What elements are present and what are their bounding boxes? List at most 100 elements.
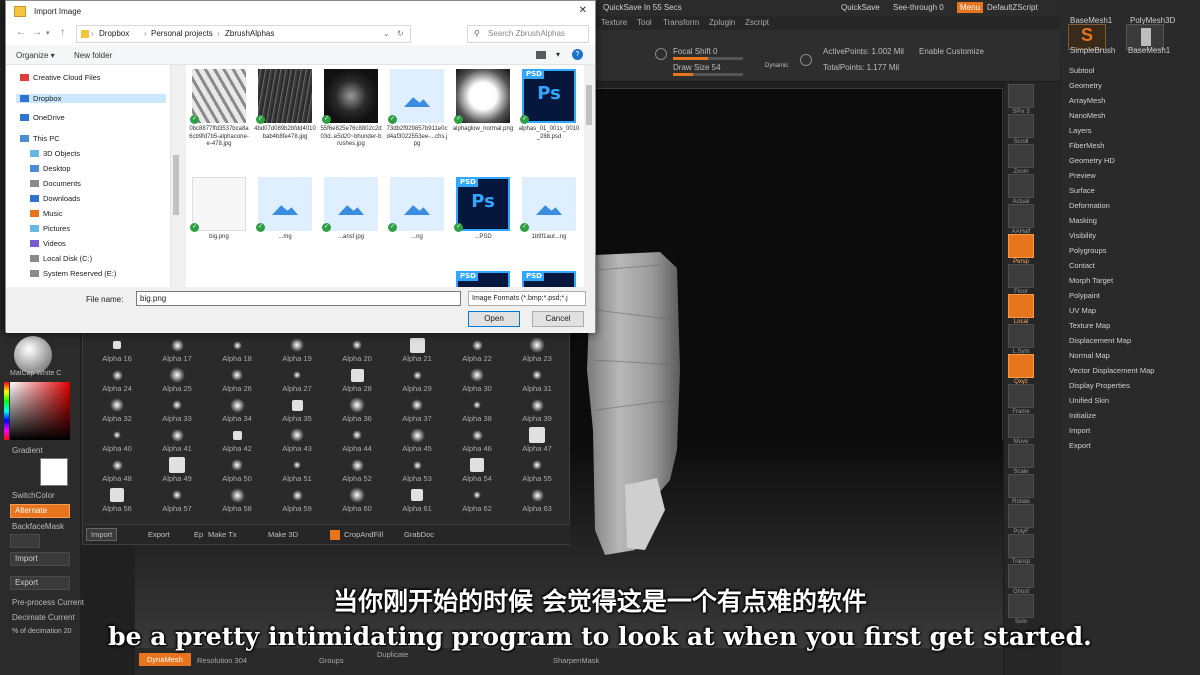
resolution-slider[interactable]: Resolution 304 — [197, 656, 247, 665]
tree-item[interactable]: Desktop — [30, 164, 71, 173]
tree-item[interactable]: Documents — [30, 179, 81, 188]
secondary-color-swatch[interactable] — [40, 458, 68, 486]
tool-menu-subtool[interactable]: Subtool — [1069, 66, 1094, 75]
tool-menu-texture-map[interactable]: Texture Map — [1069, 321, 1110, 330]
alpha-thumbnail[interactable]: Alpha 30 — [447, 365, 507, 395]
alpha-thumbnail[interactable]: Alpha 59 — [267, 485, 327, 515]
shelf-button-zoom[interactable] — [1008, 144, 1034, 168]
alpha-thumbnail[interactable]: Alpha 27 — [267, 365, 327, 395]
tool-menu-polypaint[interactable]: Polypaint — [1069, 291, 1100, 300]
tree-item[interactable]: Creative Cloud Files — [20, 73, 101, 82]
shelf-button-aahalf[interactable] — [1008, 204, 1034, 228]
alpha-thumbnail[interactable]: Alpha 49 — [147, 455, 207, 485]
forward-arrow-icon[interactable]: → — [32, 27, 42, 38]
file-name-input[interactable]: big.png — [136, 291, 461, 306]
alpha-ep-button[interactable]: Ep — [194, 530, 203, 539]
tool-menu-initialize[interactable]: Initialize — [1069, 411, 1096, 420]
alpha-thumbnail[interactable]: Alpha 26 — [207, 365, 267, 395]
alpha-thumbnail[interactable]: Alpha 37 — [387, 395, 447, 425]
refresh-icon[interactable]: ↻ — [397, 26, 404, 42]
shelf-button-scale[interactable] — [1008, 444, 1034, 468]
alpha-thumbnail[interactable]: Alpha 35 — [267, 395, 327, 425]
alpha-thumbnail[interactable]: Alpha 36 — [327, 395, 387, 425]
tool-menu-display-properties[interactable]: Display Properties — [1069, 381, 1130, 390]
alpha-thumbnail[interactable]: Alpha 54 — [447, 455, 507, 485]
shelf-button-persp[interactable] — [1008, 234, 1034, 258]
shelf-button-floor[interactable] — [1008, 264, 1034, 288]
shelf-button-spix-3[interactable] — [1008, 84, 1034, 108]
alpha-thumbnail[interactable]: Alpha 44 — [327, 425, 387, 455]
navigation-scrollbar[interactable] — [171, 65, 181, 287]
shelf-button-polyf[interactable] — [1008, 504, 1034, 528]
tool-menu-geometry-hd[interactable]: Geometry HD — [1069, 156, 1115, 165]
menu-zplugin[interactable]: Zplugin — [709, 16, 735, 30]
back-arrow-icon[interactable]: ← — [16, 27, 26, 38]
file-item[interactable]: ✓ alphaglow_normal.png — [452, 65, 514, 159]
address-bar[interactable]: › Dropbox › Personal projects › ZbrushAl… — [76, 25, 411, 43]
tree-item[interactable]: Dropbox — [16, 94, 166, 103]
address-dropdown-icon[interactable]: ⌄ — [383, 26, 390, 42]
up-arrow-icon[interactable]: ↑ — [60, 27, 65, 38]
file-item[interactable]: ✓ ...ansf.jpg — [320, 173, 382, 267]
file-item[interactable]: PSD — [452, 267, 514, 287]
alpha-thumbnail[interactable]: Alpha 53 — [387, 455, 447, 485]
alpha-thumbnail[interactable]: Alpha 21 — [387, 335, 447, 365]
alpha-thumbnail[interactable]: Alpha 45 — [387, 425, 447, 455]
shelf-button-transp[interactable] — [1008, 534, 1034, 558]
tool-menu-normal-map[interactable]: Normal Map — [1069, 351, 1110, 360]
new-folder-button[interactable]: New folder — [74, 51, 112, 60]
file-item[interactable]: ✓ ...mg — [254, 173, 316, 267]
tool-menu-nanomesh[interactable]: NanoMesh — [1069, 111, 1105, 120]
hue-slider[interactable] — [4, 382, 9, 440]
breadcrumb-item[interactable]: ZbrushAlphas — [225, 26, 274, 42]
tool-menu-polygroups[interactable]: Polygroups — [1069, 246, 1107, 255]
alpha-thumbnail[interactable]: Alpha 38 — [447, 395, 507, 425]
switch-color-button[interactable]: SwitchColor — [12, 491, 55, 500]
file-item[interactable]: ✓ 1b9f1aut...ng — [518, 173, 580, 267]
help-icon[interactable]: ? — [572, 49, 583, 60]
tool-menu-contact[interactable]: Contact — [1069, 261, 1095, 270]
tool-menu-geometry[interactable]: Geometry — [1069, 81, 1102, 90]
tool-menu-visibility[interactable]: Visibility — [1069, 231, 1096, 240]
menu-transform[interactable]: Transform — [663, 16, 699, 30]
alpha-thumbnail[interactable]: Alpha 50 — [207, 455, 267, 485]
tree-item[interactable]: Local Disk (C:) — [30, 254, 92, 263]
alpha-thumbnail[interactable]: Alpha 23 — [507, 335, 567, 365]
alpha-thumbnail[interactable]: Alpha 33 — [147, 395, 207, 425]
recent-chevron-icon[interactable]: ▾ — [46, 29, 50, 37]
enable-customize-button[interactable]: Enable Customize — [919, 47, 984, 56]
file-item[interactable]: ✓ 0bc8877ffd3537bca8a6cb9fd7b5-alphacone-… — [188, 65, 250, 159]
open-button[interactable]: Open — [468, 311, 520, 327]
file-item[interactable]: ✓ big.png — [188, 173, 250, 267]
tree-item[interactable]: This PC — [20, 134, 60, 143]
make-tx-button[interactable]: Make Tx — [208, 530, 237, 539]
tree-item[interactable]: System Reserved (E:) — [30, 269, 116, 278]
tool-menu-displacement-map[interactable]: Displacement Map — [1069, 336, 1131, 345]
tree-item[interactable]: Downloads — [30, 194, 80, 203]
alpha-thumbnail[interactable]: Alpha 56 — [87, 485, 147, 515]
alpha-thumbnail[interactable]: Alpha 41 — [147, 425, 207, 455]
alpha-thumbnail[interactable]: Alpha 19 — [267, 335, 327, 365]
menu-tool[interactable]: Tool — [637, 16, 652, 30]
tool-menu-deformation[interactable]: Deformation — [1069, 201, 1110, 210]
shelf-button-move[interactable] — [1008, 414, 1034, 438]
alpha-thumbnail[interactable]: Alpha 58 — [207, 485, 267, 515]
alpha-thumbnail[interactable]: Alpha 61 — [387, 485, 447, 515]
alpha-thumbnail[interactable]: Alpha 28 — [327, 365, 387, 395]
alpha-thumbnail[interactable]: Alpha 47 — [507, 425, 567, 455]
breadcrumb-item[interactable]: Dropbox — [99, 26, 129, 42]
search-input[interactable]: ⚲ Search ZbrushAlphas — [467, 25, 589, 43]
tool-menu-vector-displacement-map[interactable]: Vector Displacement Map — [1069, 366, 1154, 375]
cancel-button[interactable]: Cancel — [532, 311, 584, 327]
alpha-thumbnail[interactable]: Alpha 48 — [87, 455, 147, 485]
tree-item[interactable]: OneDrive — [20, 113, 65, 122]
alpha-thumbnail[interactable]: Alpha 62 — [447, 485, 507, 515]
file-item[interactable]: PSD — [518, 267, 580, 287]
alpha-thumbnail[interactable]: Alpha 40 — [87, 425, 147, 455]
shelf-button-scroll[interactable] — [1008, 114, 1034, 138]
alpha-thumbnail[interactable]: Alpha 17 — [147, 335, 207, 365]
backface-mask-toggle[interactable]: BackfaceMask — [12, 522, 64, 531]
default-zscript-button[interactable]: DefaultZScript — [987, 0, 1038, 16]
tool-menu-unified-skin[interactable]: Unified Skin — [1069, 396, 1109, 405]
alpha-thumbnail[interactable]: Alpha 51 — [267, 455, 327, 485]
